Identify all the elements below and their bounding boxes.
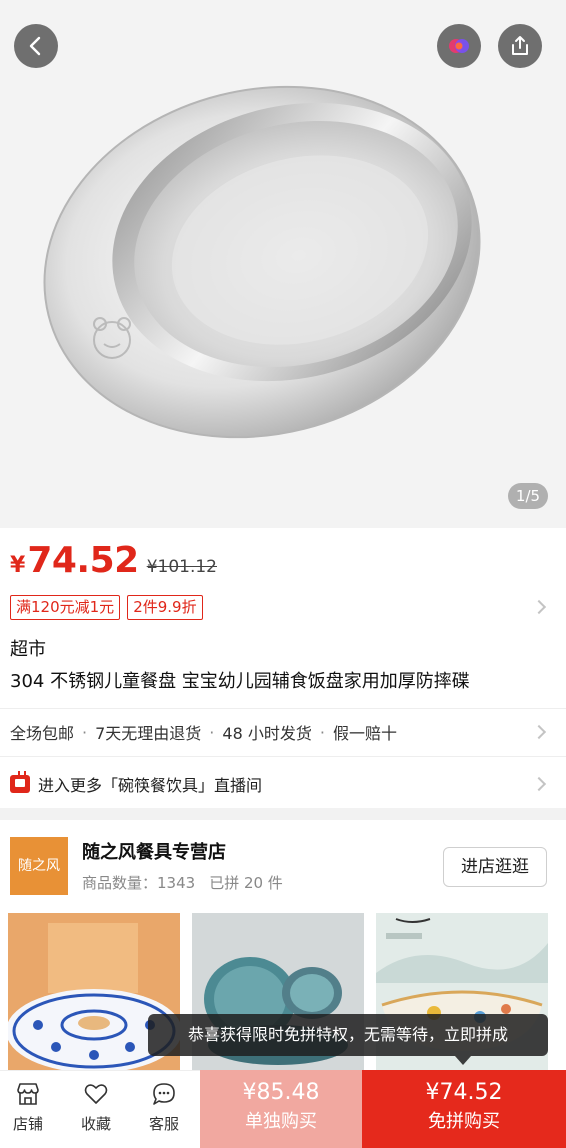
share-icon — [512, 36, 528, 55]
nav-store-button[interactable]: 店铺 — [0, 1081, 56, 1141]
single-buy-price: ¥85.48 — [242, 1080, 320, 1105]
buy-single-button[interactable]: ¥85.48 单独购买 — [200, 1070, 362, 1148]
image-page-indicator: 1/5 — [508, 483, 548, 509]
service-item: 假一赔十 — [332, 724, 397, 743]
divider — [0, 708, 566, 709]
divider — [0, 756, 566, 757]
section-separator — [0, 808, 566, 820]
toast-pointer — [455, 1056, 471, 1065]
group-buy-price: ¥74.52 — [425, 1080, 503, 1105]
nav-favorite-label: 收藏 — [80, 1115, 111, 1133]
promo-row[interactable]: 满120元减1元 2件9.9折 — [10, 594, 556, 620]
free-group-toast: 恭喜获得限时免拼特权，无需等待，立即拼成 — [148, 1014, 548, 1056]
live-room-text: 进入更多「碗筷餐饮具」直播间 — [38, 776, 263, 795]
chevron-right-icon — [531, 776, 547, 792]
group-buy-label: 免拼购买 — [428, 1111, 500, 1132]
share-button[interactable] — [498, 24, 542, 68]
single-buy-label: 单独购买 — [245, 1111, 317, 1132]
heart-icon — [84, 1084, 108, 1104]
store-icon — [17, 1083, 39, 1105]
original-price: ¥101.12 — [146, 557, 217, 577]
chat-bubble-icon — [153, 1083, 175, 1105]
nav-customer-service-label: 客服 — [148, 1115, 179, 1133]
service-guarantees-row[interactable]: 全场包邮 · 7天无理由退货 · 48 小时发货 · 假一赔十 — [10, 718, 556, 746]
chevron-right-icon — [531, 724, 547, 740]
store-meta: 商品数量：1343 已拼 20 件 — [82, 872, 297, 893]
store-sold-count: 已拼 20 件 — [209, 874, 283, 892]
assistant-icon — [449, 39, 469, 53]
promo-tag[interactable]: 2件9.9折 — [127, 594, 203, 620]
store-logo-text: 随之风 — [18, 858, 60, 874]
separator-dot: · — [82, 722, 88, 742]
enter-store-button[interactable]: 进店逛逛 — [443, 847, 547, 887]
product-title: 304 不锈钢儿童餐盘 宝宝幼儿园辅食饭盘家用加厚防摔碟 — [10, 671, 470, 692]
store-name[interactable]: 随之风餐具专营店 — [82, 838, 226, 864]
product-image-carousel[interactable]: 1/5 — [0, 0, 566, 528]
separator-dot: · — [209, 722, 215, 742]
service-item: 48 小时发货 — [222, 724, 312, 743]
promo-tag[interactable]: 满120元减1元 — [10, 594, 121, 620]
market-label: 超市 — [10, 639, 46, 660]
nav-customer-service-button[interactable]: 客服 — [136, 1081, 192, 1141]
service-item: 7天无理由退货 — [95, 724, 202, 743]
live-tv-icon — [10, 775, 30, 793]
nav-store-label: 店铺 — [12, 1115, 43, 1133]
assistant-button[interactable] — [437, 24, 481, 68]
nav-favorite-button[interactable]: 收藏 — [68, 1081, 124, 1141]
store-logo[interactable]: 随之风 — [10, 837, 68, 895]
back-arrow-icon — [29, 36, 41, 56]
back-button[interactable] — [14, 24, 58, 68]
product-image — [43, 85, 481, 439]
current-price: 74.52 — [27, 540, 139, 581]
service-item: 全场包邮 — [10, 724, 75, 743]
separator-dot: · — [319, 722, 325, 742]
store-product-count: 商品数量：1343 — [82, 874, 196, 892]
chevron-right-icon — [531, 599, 547, 615]
price-currency: ¥ — [10, 553, 26, 578]
price-row: ¥ 74.52 ¥101.12 — [10, 540, 217, 588]
live-room-link[interactable]: 进入更多「碗筷餐饮具」直播间 — [10, 770, 556, 798]
buy-group-button[interactable]: ¥74.52 免拼购买 — [362, 1070, 566, 1148]
